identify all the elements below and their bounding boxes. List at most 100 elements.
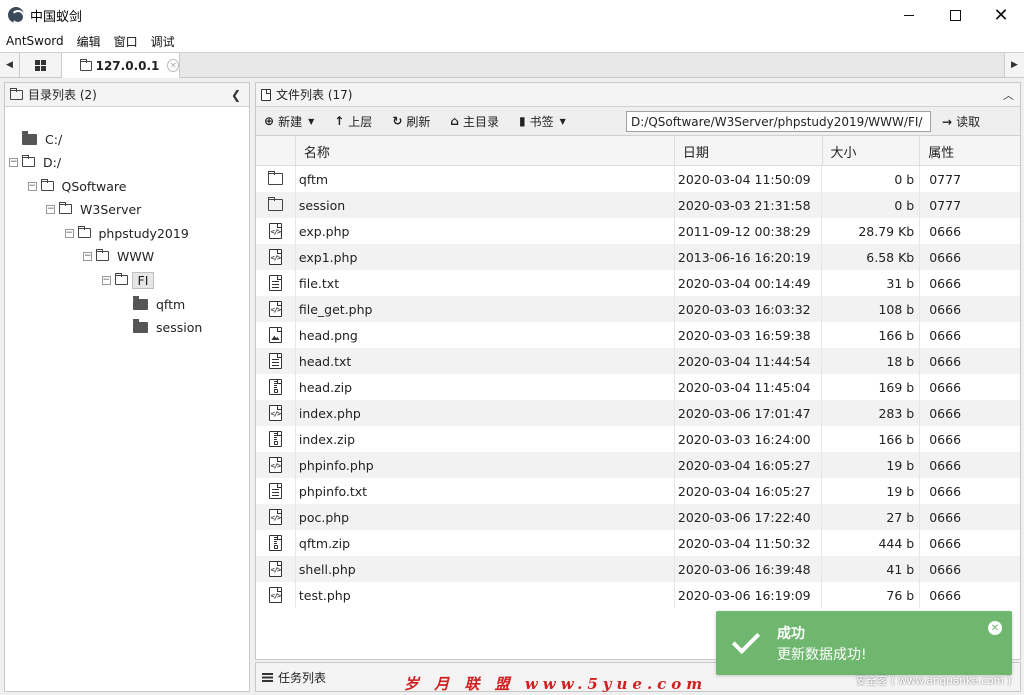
tab-home[interactable] (20, 53, 62, 77)
read-button[interactable]: → 读取 (942, 113, 980, 130)
tree-toggle-icon[interactable]: − (9, 157, 18, 167)
caret-down-icon: ▼ (308, 116, 315, 126)
file-type-cell (256, 192, 296, 218)
file-size-cell: 0 b (822, 166, 921, 192)
table-row[interactable]: head.png 2020-03-03 16:59:38 166 b 0666 (256, 322, 1020, 348)
title-bar: 中国蚁剑 ✕ (0, 0, 1024, 30)
table-row[interactable]: </> phpinfo.php 2020-03-04 16:05:27 19 b 066… (256, 452, 1020, 478)
file-size-cell: 169 b (822, 374, 921, 400)
code-file-icon: </> (268, 249, 282, 265)
table-row[interactable]: </> file_get.php 2020-03-03 16:03:32 108 b 0… (256, 296, 1020, 322)
file-panel: 文件列表 (17) ︿ ⊕ 新建 ▼ ↑ 上层 ↻ 刷新 ⌂ 主目录 ▮ 书签 … (255, 82, 1021, 660)
table-row[interactable]: </> poc.php 2020-03-06 17:22:40 27 b 0666 (256, 504, 1020, 530)
list-icon (262, 672, 273, 682)
file-attr-cell: 0666 (929, 483, 962, 499)
file-name-cell: file_get.php (296, 296, 675, 322)
tree-node[interactable]: − WWW (83, 246, 154, 266)
tree-node[interactable]: − QSoftware (27, 176, 126, 196)
table-row[interactable]: </> index.php 2020-03-06 17:01:47 283 b 0666 (256, 400, 1020, 426)
menu-debug[interactable]: 调试 (151, 33, 175, 50)
table-row[interactable]: qftm.zip 2020-03-04 11:50:32 444 b 0666 (256, 530, 1020, 556)
refresh-button[interactable]: ↻ 刷新 (392, 113, 430, 130)
tree-node-label: WWW (117, 248, 155, 264)
table-row[interactable]: </> exp.php 2011-09-12 00:38:29 28.79 Kb 066… (256, 218, 1020, 244)
table-row[interactable]: session 2020-03-03 21:31:58 0 b 0777 (256, 192, 1020, 218)
tab-scroll-left-button[interactable]: ◀ (0, 53, 20, 77)
file-size-cell: 166 b (822, 426, 921, 452)
tab-close-icon[interactable]: ✕ (167, 59, 179, 72)
file-date-cell: 2020-03-04 00:14:49 (675, 270, 823, 296)
file-icon (261, 88, 271, 101)
tree-toggle-icon[interactable]: − (101, 275, 111, 285)
tree-node[interactable]: − D:/ (9, 152, 61, 172)
bookmark-button[interactable]: ▮ 书签 ▼ (519, 113, 566, 130)
tree-node[interactable]: qftm (120, 294, 185, 314)
table-row[interactable]: phpinfo.txt 2020-03-04 16:05:27 19 b 0666 (256, 478, 1020, 504)
tree-node[interactable]: − W3Server (46, 199, 141, 219)
table-row[interactable]: index.zip 2020-03-03 16:24:00 166 b 0666 (256, 426, 1020, 452)
file-date-cell: 2020-03-04 11:50:09 (675, 166, 823, 192)
tab-127-0-0-1[interactable]: 127.0.0.1 ✕ (62, 53, 180, 78)
file-size-cell: 27 b (822, 504, 921, 530)
file-type-cell: </> (256, 582, 296, 608)
file-type-cell (256, 478, 296, 504)
tree-node[interactable]: − FI (101, 270, 155, 290)
folder-icon (267, 197, 283, 211)
folder-icon (114, 273, 128, 285)
column-header-size[interactable]: 大小 (823, 136, 921, 166)
collapse-left-icon[interactable]: ❮ (231, 88, 241, 102)
toast-title: 成功 (777, 625, 805, 642)
caret-down-icon: ▼ (559, 116, 566, 126)
column-header-name[interactable]: 名称 (296, 136, 675, 166)
menu-antsword[interactable]: AntSword (6, 34, 64, 48)
file-size-cell: 41 b (822, 556, 921, 582)
table-row[interactable]: head.txt 2020-03-04 11:44:54 18 b 0666 (256, 348, 1020, 374)
tree-toggle-icon[interactable]: − (27, 181, 37, 191)
path-input[interactable] (626, 111, 931, 132)
column-header-icon[interactable] (256, 136, 296, 166)
column-header-attr[interactable]: 属性 (920, 136, 1020, 166)
tree-toggle-icon[interactable]: − (46, 204, 55, 214)
up-button[interactable]: ↑ 上层 (334, 113, 372, 130)
maximize-button[interactable] (932, 0, 978, 30)
tree-toggle-icon[interactable]: − (83, 251, 92, 261)
folder-icon (133, 295, 148, 310)
file-name-cell: head.txt (296, 348, 675, 374)
table-row[interactable]: qftm 2020-03-04 11:50:09 0 b 0777 (256, 166, 1020, 192)
file-date-cell: 2020-03-04 11:50:32 (675, 530, 823, 556)
tab-scroll-right-button[interactable]: ▶ (1004, 53, 1024, 77)
table-row[interactable]: </> shell.php 2020-03-06 16:39:48 41 b 0666 (256, 556, 1020, 582)
close-window-button[interactable]: ✕ (978, 0, 1024, 30)
minimize-button[interactable] (886, 0, 932, 30)
table-row[interactable]: </> exp1.php 2013-06-16 16:20:19 6.58 Kb 066… (256, 244, 1020, 270)
file-name-cell: shell.php (296, 556, 675, 582)
file-type-cell (256, 322, 296, 348)
menu-edit[interactable]: 编辑 (77, 33, 101, 50)
file-name-cell: poc.php (296, 504, 675, 530)
file-attr-cell: 0666 (929, 275, 962, 291)
tree-node[interactable]: − phpstudy2019 (64, 223, 189, 243)
table-row[interactable]: </> test.php 2020-03-06 16:19:09 76 b 0666 (256, 582, 1020, 608)
tree-node[interactable]: C:/ (9, 129, 62, 149)
text-file-icon (268, 275, 282, 291)
file-name-cell: file.txt (296, 270, 675, 296)
success-toast: 成功 更新数据成功! ✕ (716, 611, 1012, 675)
folder-icon (59, 202, 72, 214)
toast-close-icon[interactable]: ✕ (988, 621, 1002, 635)
tree-toggle-icon[interactable]: − (64, 228, 74, 238)
menu-window[interactable]: 窗口 (114, 33, 138, 50)
home-button[interactable]: ⌂ 主目录 (450, 113, 499, 130)
folder-icon (96, 249, 109, 261)
tree-node[interactable]: session (120, 317, 202, 337)
file-attr-cell: 0777 (929, 197, 962, 213)
file-attr-cell: 0666 (929, 223, 962, 239)
collapse-up-icon[interactable]: ︿ (1003, 87, 1014, 103)
file-name-cell: head.zip (296, 374, 675, 400)
table-row[interactable]: file.txt 2020-03-04 00:14:49 31 b 0666 (256, 270, 1020, 296)
folder-icon (267, 171, 283, 185)
column-header-date[interactable]: 日期 (675, 136, 823, 166)
new-button[interactable]: ⊕ 新建 ▼ (264, 113, 314, 130)
file-attr-cell: 0666 (929, 535, 962, 551)
table-row[interactable]: head.zip 2020-03-04 11:45:04 169 b 0666 (256, 374, 1020, 400)
tab-strip: ◀ 127.0.0.1 ✕ ▶ (0, 52, 1024, 78)
